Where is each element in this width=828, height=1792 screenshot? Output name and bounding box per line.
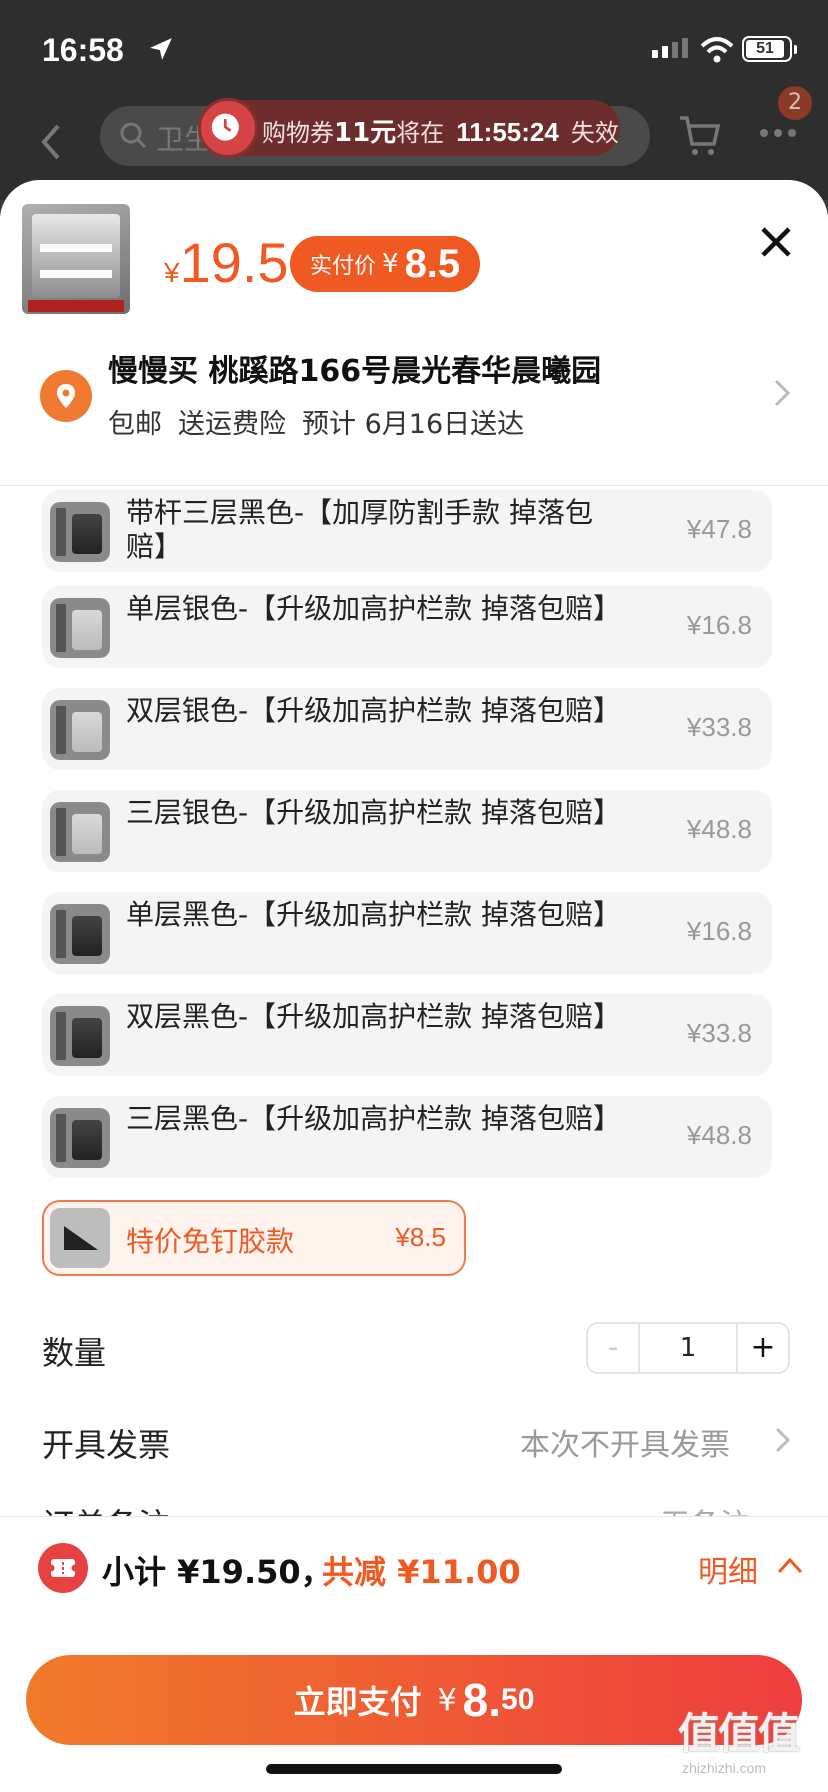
divider — [0, 485, 828, 486]
sku-option[interactable]: 带杆三层黑色-【加厚防割手款 掉落包赔】 ¥47.8 — [42, 490, 772, 572]
sku-thumbnail — [50, 1208, 110, 1268]
sku-option[interactable]: 双层黑色-【升级加高护栏款 掉落包赔】 ¥33.8 — [42, 994, 772, 1076]
wifi-icon — [700, 37, 734, 63]
quantity-value[interactable]: 1 — [638, 1324, 738, 1372]
alarm-clock-icon — [198, 98, 258, 158]
watermark-logo: 值值值 zhizhizhi.com — [678, 1709, 800, 1776]
sku-option[interactable]: 三层银色-【升级加高护栏款 掉落包赔】 ¥48.8 — [42, 790, 772, 872]
invoice-value[interactable]: 本次不开具发票 — [520, 1420, 730, 1464]
sku-thumbnail — [50, 502, 110, 562]
coupon-countdown-banner[interactable]: 购物券11元将在 11:55:24 失效 — [198, 98, 620, 158]
product-thumbnail[interactable] — [22, 204, 130, 314]
signal-icon — [652, 38, 688, 58]
clock: 16:58 — [42, 32, 124, 68]
shipping-info: 包邮 送运费险 预计 6月16日送达 — [108, 402, 540, 441]
location-arrow-icon — [150, 38, 172, 60]
decrease-button[interactable]: - — [588, 1324, 638, 1372]
more-icon[interactable] — [758, 126, 798, 140]
cart-icon[interactable] — [676, 112, 722, 158]
price-detail-link[interactable]: 明细 — [698, 1547, 758, 1591]
sku-option-selected[interactable]: 特价免钉胶款 ¥8.5 — [42, 1200, 466, 1276]
shipping-tag: 包邮 — [108, 409, 162, 440]
sku-price: ¥47.8 — [686, 514, 752, 544]
sku-price: ¥16.8 — [686, 610, 752, 640]
sku-price: ¥33.8 — [686, 712, 752, 742]
delivery-address[interactable]: 慢慢买 桃蹊路166号晨光春华晨曦园 — [108, 346, 601, 390]
sku-option[interactable]: 单层黑色-【升级加高护栏款 掉落包赔】 ¥16.8 — [42, 892, 772, 974]
sku-price: ¥8.5 — [395, 1222, 446, 1252]
sku-label: 带杆三层黑色-【加厚防割手款 掉落包赔】 — [126, 496, 594, 563]
sku-label: 双层银色-【升级加高护栏款 掉落包赔】 — [126, 694, 622, 727]
sku-thumbnail — [50, 1006, 110, 1066]
purchase-sheet: ¥19.5 实付价 ¥8.5 慢慢买 桃蹊路166号晨光春华晨曦园 包邮 送运费险预… — [0, 180, 828, 1792]
invoice-label: 开具发票 — [42, 1426, 171, 1464]
home-indicator[interactable] — [266, 1764, 562, 1774]
sku-label: 单层黑色-【升级加高护栏款 掉落包赔】 — [126, 898, 622, 931]
quantity-label: 数量 — [42, 1334, 107, 1372]
sku-thumbnail — [50, 904, 110, 964]
battery-level: 51 — [746, 40, 784, 58]
battery-icon: 51 — [742, 36, 797, 62]
chevron-up-icon[interactable] — [776, 1555, 804, 1575]
quantity-stepper: - 1 + — [586, 1322, 790, 1374]
sku-option[interactable]: 三层黑色-【升级加高护栏款 掉落包赔】 ¥48.8 — [42, 1096, 772, 1178]
sku-price: ¥16.8 — [686, 916, 752, 946]
sku-thumbnail — [50, 598, 110, 658]
sku-price: ¥48.8 — [686, 814, 752, 844]
sheet-header: ¥19.5 实付价 ¥8.5 慢慢买 桃蹊路166号晨光春华晨曦园 包邮 送运费险预… — [0, 180, 828, 485]
increase-button[interactable]: + — [738, 1324, 788, 1372]
actual-pay-badge: 实付价 ¥8.5 — [290, 236, 481, 292]
sku-thumbnail — [50, 802, 110, 862]
back-arrow-icon[interactable] — [36, 122, 66, 162]
shipping-tag: 送运费险 — [178, 409, 286, 440]
cart-badge: 2 — [778, 86, 812, 120]
search-icon — [120, 122, 147, 149]
sku-label: 特价免钉胶款 — [126, 1225, 295, 1258]
sku-price: ¥33.8 — [686, 1018, 752, 1048]
location-pin-icon — [40, 370, 92, 422]
shipping-tag: 预计 6月16日送达 — [302, 409, 525, 440]
sku-label: 三层银色-【升级加高护栏款 掉落包赔】 — [126, 796, 622, 829]
sku-thumbnail — [50, 1108, 110, 1168]
product-price: ¥19.5 — [164, 231, 289, 294]
sku-price: ¥48.8 — [686, 1120, 752, 1150]
coupon-text: 购物券11元将在 11:55:24 失效 — [262, 117, 619, 148]
sku-label: 三层黑色-【升级加高护栏款 掉落包赔】 — [126, 1102, 622, 1135]
sku-option[interactable]: 单层银色-【升级加高护栏款 掉落包赔】 ¥16.8 — [42, 586, 772, 668]
sku-thumbnail — [50, 700, 110, 760]
discount-total: 共减 ¥11.00 — [322, 1553, 521, 1591]
coupon-countdown: 11:55:24 — [456, 117, 559, 147]
sku-label: 单层银色-【升级加高护栏款 掉落包赔】 — [126, 592, 622, 625]
chevron-right-icon[interactable] — [774, 1426, 792, 1454]
sku-option[interactable]: 双层银色-【升级加高护栏款 掉落包赔】 ¥33.8 — [42, 688, 772, 770]
status-bar: 16:58 51 — [0, 0, 828, 100]
sku-label: 双层黑色-【升级加高护栏款 掉落包赔】 — [126, 1000, 622, 1033]
close-icon[interactable] — [758, 224, 794, 260]
ticket-icon — [38, 1543, 88, 1593]
chevron-right-icon[interactable] — [772, 378, 792, 408]
subtotal: 小计 ¥19.50， — [102, 1553, 333, 1591]
